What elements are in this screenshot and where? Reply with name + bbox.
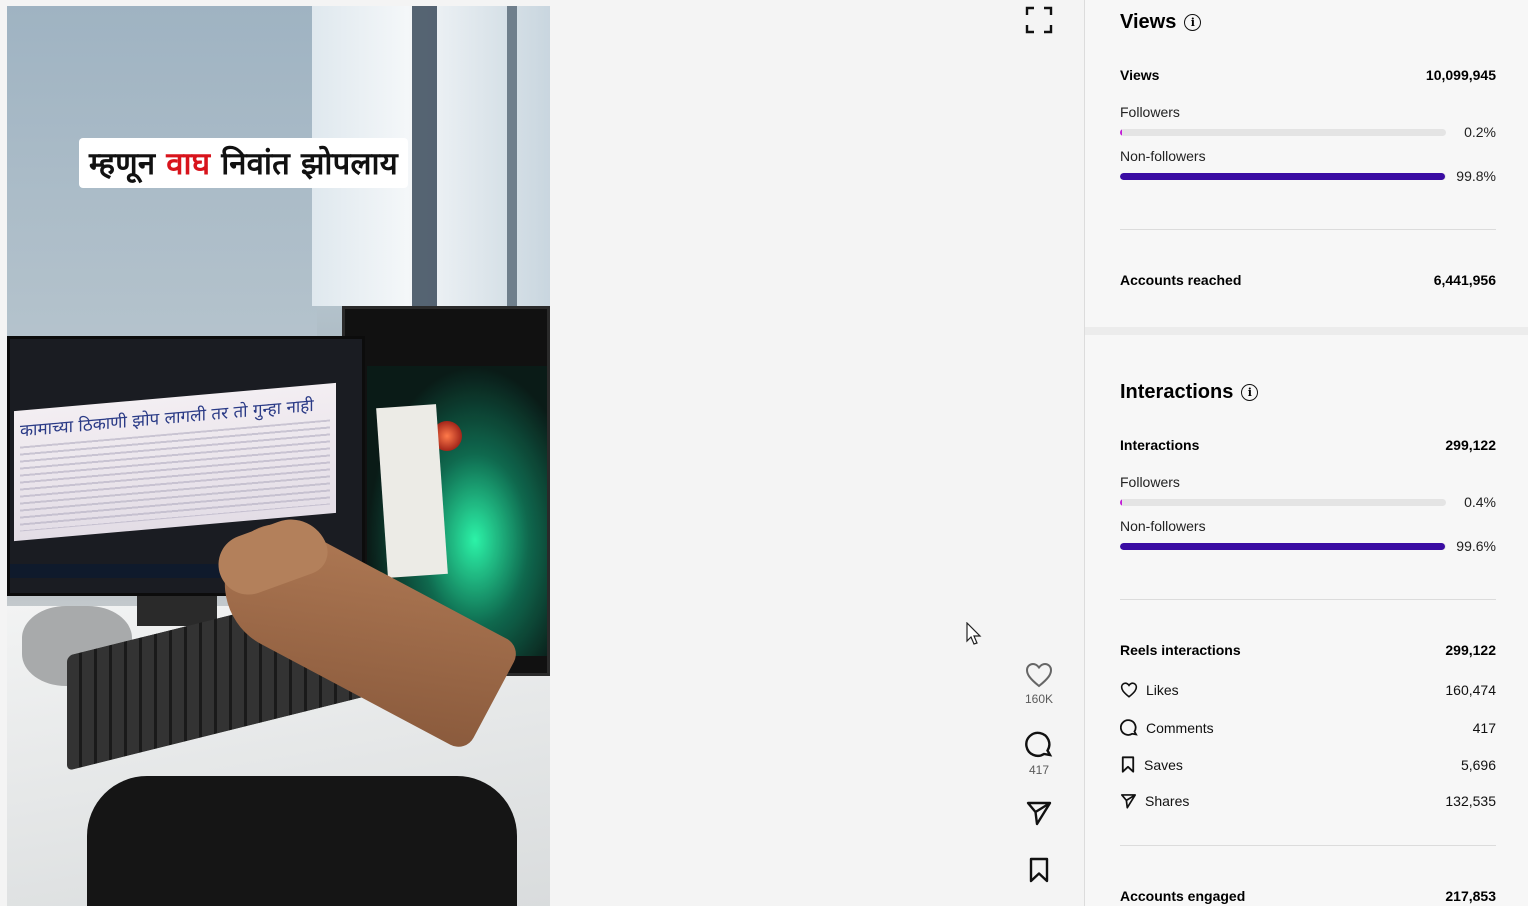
fullscreen-button[interactable] [1024,5,1054,40]
interactions-followers-pct: 0.4% [1464,494,1496,510]
views-followers-pct: 0.2% [1464,124,1496,140]
interactions-section-title: Interactions i [1120,381,1259,404]
video-caption: म्हणून वाघ निवांत झोपलाय [79,138,408,188]
bar-track [1120,173,1446,180]
bar-fill [1120,129,1122,136]
views-nonfollowers-pct: 99.8% [1456,168,1496,184]
interactions-nonfollowers-pct: 99.6% [1456,538,1496,554]
accounts-reached-value: 6,441,956 [1433,272,1496,288]
info-icon[interactable]: i [1184,14,1202,31]
mouse-cursor-icon [966,621,982,651]
share-icon [1026,801,1052,826]
share-button[interactable] [1019,800,1059,826]
divider [1120,229,1496,230]
reels-interactions-label: Reels interactions [1120,642,1241,658]
reels-interactions-row: Reels interactions 299,122 [1120,642,1496,658]
heart-icon [1120,682,1138,698]
like-button[interactable]: 160K [1019,662,1059,706]
views-followers-label: Followers [1120,104,1180,120]
video-screen: कामाच्या ठिकाणी झोप लागली तर तो गुन्हा न… [14,382,336,542]
insights-panel: Views i Views 10,099,945 Followers 0.2% … [1085,0,1528,906]
accounts-reached-row: Accounts reached 6,441,956 [1120,272,1496,288]
interactions-total-label: Interactions [1120,437,1200,453]
views-section-title: Views i [1120,11,1202,34]
caption-text-2: निवांत झोपलाय [210,146,398,182]
comments-count: 417 [1028,763,1050,777]
comment-icon [1025,731,1053,757]
likes-count: 160K [1024,692,1054,706]
divider [1120,599,1496,600]
likes-row: Likes 160,474 [1120,682,1496,698]
saves-value: 5,696 [1460,756,1496,773]
caption-highlight: वाघ [166,146,211,182]
interactions-followers-label: Followers [1120,474,1180,490]
bookmark-icon [1121,756,1135,773]
interactions-total-row: Interactions 299,122 [1120,437,1496,453]
accounts-engaged-label: Accounts engaged [1120,888,1246,904]
shares-row: Shares 132,535 [1120,793,1496,809]
reel-video[interactable]: कामाच्या ठिकाणी झोप लागली तर तो गुन्हा न… [7,6,550,906]
divider [1120,845,1496,846]
views-total-label: Views [1120,67,1160,83]
save-button[interactable] [1019,857,1059,883]
bar-fill [1120,543,1445,550]
bar-fill [1120,499,1122,506]
video-window-frame [412,6,437,306]
video-window-frame [507,6,517,306]
bar-track [1120,499,1446,506]
bar-track [1120,129,1446,136]
fullscreen-icon [1025,6,1053,34]
reels-interactions-value: 299,122 [1445,642,1496,658]
bar-fill [1120,173,1446,180]
comments-row: Comments 417 [1120,719,1496,737]
comments-label: Comments [1146,720,1214,736]
views-title: Views [1120,11,1177,33]
comment-button[interactable]: 417 [1019,731,1059,777]
interactions-nonfollowers-bar: 99.6% [1120,538,1496,554]
video-chair [87,776,517,906]
accounts-engaged-value: 217,853 [1445,888,1496,904]
accounts-engaged-row: Accounts engaged 217,853 [1120,888,1496,904]
share-icon [1120,794,1137,809]
video-paper [376,404,448,578]
heart-icon [1025,662,1053,688]
interactions-title: Interactions [1120,381,1234,403]
bar-track [1120,543,1446,550]
caption-text-1: म्हणून [89,146,167,182]
info-icon[interactable]: i [1241,384,1259,401]
comments-value: 417 [1472,720,1496,736]
views-nonfollowers-bar: 99.8% [1120,168,1496,184]
section-separator [1085,327,1528,335]
interactions-nonfollowers-label: Non-followers [1120,518,1206,534]
accounts-reached-label: Accounts reached [1120,272,1242,288]
bookmark-icon [1029,857,1049,883]
saves-label: Saves [1144,756,1183,773]
interactions-total-value: 299,122 [1445,437,1496,453]
views-nonfollowers-label: Non-followers [1120,148,1206,164]
shares-label: Shares [1145,793,1190,809]
interactions-followers-bar: 0.4% [1120,494,1496,510]
likes-label: Likes [1146,682,1179,698]
comment-icon [1120,719,1138,736]
shares-value: 132,535 [1445,793,1496,809]
saves-row: Saves 5,696 [1120,756,1496,773]
views-total-row: Views 10,099,945 [1120,67,1496,83]
likes-value: 160,474 [1445,682,1496,698]
views-total-value: 10,099,945 [1425,67,1496,83]
views-followers-bar: 0.2% [1120,124,1496,140]
